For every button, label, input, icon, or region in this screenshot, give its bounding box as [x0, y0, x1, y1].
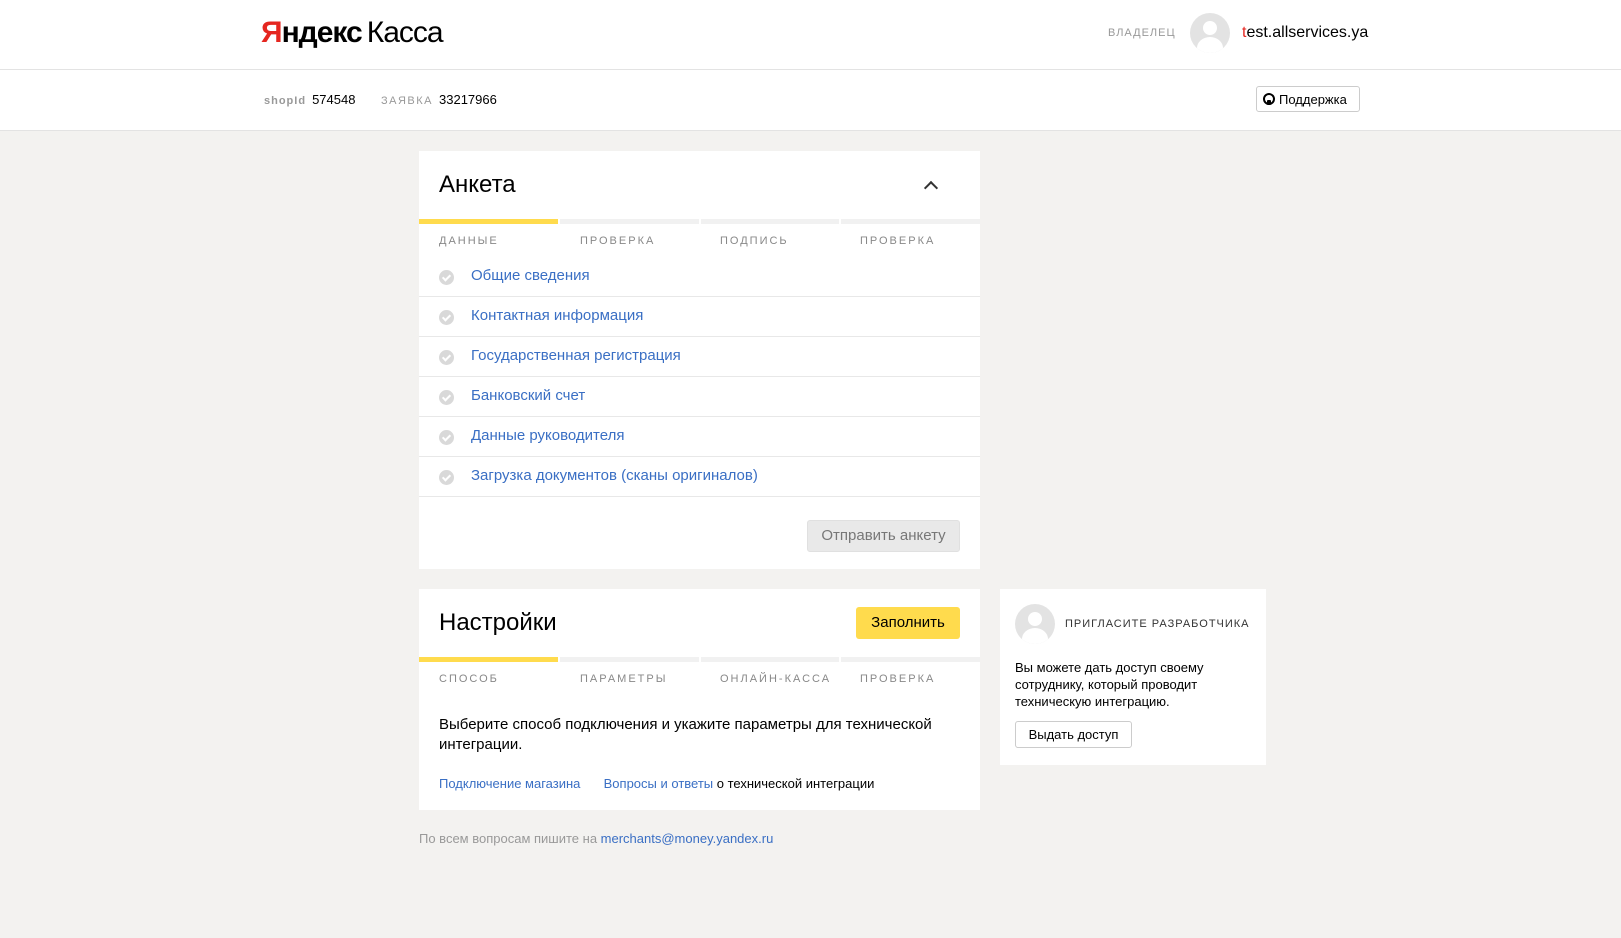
- settings-steps: СПОСОБ ПАРАМЕТРЫ ОНЛАЙН-КАССА ПРОВЕРКА: [419, 673, 980, 687]
- fill-settings-button[interactable]: Заполнить: [856, 607, 960, 639]
- support-button[interactable]: Поддержка: [1256, 86, 1360, 112]
- list-item[interactable]: Государственная регистрация: [419, 337, 980, 377]
- settings-description: Выберите способ подключения и укажите па…: [439, 716, 932, 753]
- settings-progress: [419, 657, 980, 662]
- progress-segment: [841, 657, 980, 662]
- avatar-body: [1022, 628, 1048, 644]
- settings-links: Подключение магазина Вопросы и ответы о …: [439, 776, 874, 791]
- list-item-link[interactable]: Банковский счет: [471, 387, 585, 404]
- questionnaire-card: Анкета ДАННЫЕ ПРОВЕРКА ПОДПИСЬ ПРОВЕРКА …: [419, 151, 980, 569]
- avatar-head: [1203, 21, 1217, 35]
- chevron-up-icon[interactable]: [923, 180, 939, 196]
- footer: По всем вопросам пишите на merchants@mon…: [419, 831, 773, 846]
- user-avatar[interactable]: [1190, 13, 1230, 53]
- check-icon: [439, 310, 454, 325]
- request-label: ЗАЯВКА: [381, 95, 434, 107]
- owner-label: ВЛАДЕЛЕЦ: [1108, 27, 1176, 39]
- list-item[interactable]: Контактная информация: [419, 297, 980, 337]
- settings-card: Настройки Заполнить СПОСОБ ПАРАМЕТРЫ ОНЛ…: [419, 589, 980, 810]
- step-label: ПАРАМЕТРЫ: [580, 673, 668, 685]
- top-bar: Яндекс Касса ВЛАДЕЛЕЦ test.allservices.ya: [0, 0, 1621, 70]
- shop-id-label: shopId: [264, 95, 307, 107]
- logo-yandex: Яндекс: [261, 16, 363, 49]
- list-item-link[interactable]: Загрузка документов (сканы оригиналов): [471, 467, 758, 484]
- submit-questionnaire-button[interactable]: Отправить анкету: [807, 520, 960, 552]
- progress-segment: [701, 657, 839, 662]
- support-email-link[interactable]: merchants@money.yandex.ru: [601, 831, 774, 846]
- progress-segment: [419, 219, 558, 224]
- list-item-link[interactable]: Государственная регистрация: [471, 347, 681, 364]
- check-icon: [439, 390, 454, 405]
- progress-segment: [419, 657, 558, 662]
- shop-id: shopId 574548: [264, 92, 355, 107]
- step-label: ОНЛАЙН-КАССА: [720, 673, 832, 685]
- grant-access-button[interactable]: Выдать доступ: [1015, 721, 1132, 748]
- logo-kassa: Касса: [366, 16, 444, 49]
- list-item[interactable]: Загрузка документов (сканы оригиналов): [419, 457, 980, 497]
- shop-id-value: 574548: [312, 92, 356, 107]
- step-label: ПРОВЕРКА: [580, 235, 656, 247]
- check-icon: [439, 430, 454, 445]
- settings-title: Настройки: [439, 609, 557, 636]
- shop-connection-link[interactable]: Подключение магазина: [439, 776, 580, 791]
- list-item[interactable]: Банковский счет: [419, 377, 980, 417]
- request-id: ЗАЯВКА 33217966: [381, 92, 497, 107]
- progress-segment: [841, 219, 980, 224]
- questionnaire-actions: Отправить анкету: [419, 497, 980, 569]
- questionnaire-title: Анкета: [439, 171, 516, 198]
- progress-segment: [560, 219, 699, 224]
- support-label: Поддержка: [1279, 92, 1347, 107]
- questionnaire-steps: ДАННЫЕ ПРОВЕРКА ПОДПИСЬ ПРОВЕРКА: [419, 235, 980, 249]
- developer-avatar: [1015, 604, 1055, 644]
- list-item-link[interactable]: Общие сведения: [471, 267, 590, 284]
- request-value: 33217966: [439, 92, 497, 107]
- avatar-head: [1028, 612, 1042, 626]
- step-label: ПРОВЕРКА: [860, 673, 936, 685]
- questionnaire-progress: [419, 219, 980, 224]
- faq-link-suffix: о технической интеграции: [713, 776, 875, 791]
- user-login-rest: est.allservices.ya: [1246, 24, 1369, 41]
- footer-text: По всем вопросам пишите на: [419, 831, 601, 846]
- avatar-body: [1197, 37, 1223, 53]
- check-icon: [439, 470, 454, 485]
- sub-bar: shopId 574548 ЗАЯВКА 33217966 Поддержка: [0, 70, 1621, 131]
- list-item-link[interactable]: Контактная информация: [471, 307, 643, 324]
- list-item[interactable]: Данные руководителя: [419, 417, 980, 457]
- yandex-kassa-logo[interactable]: Яндекс Касса: [261, 14, 444, 52]
- invite-developer-card: ПРИГЛАСИТЕ РАЗРАБОТЧИКА Вы можете дать д…: [1000, 589, 1266, 765]
- step-label: СПОСОБ: [439, 673, 499, 685]
- user-login[interactable]: test.allservices.ya: [1242, 24, 1368, 42]
- headset-icon: [1263, 93, 1275, 105]
- progress-segment: [701, 219, 839, 224]
- step-label: ПРОВЕРКА: [860, 235, 936, 247]
- invite-developer-title: ПРИГЛАСИТЕ РАЗРАБОТЧИКА: [1065, 618, 1250, 630]
- step-label: ПОДПИСЬ: [720, 235, 789, 247]
- step-label: ДАННЫЕ: [439, 235, 499, 247]
- check-icon: [439, 350, 454, 365]
- check-icon: [439, 270, 454, 285]
- faq-link[interactable]: Вопросы и ответы: [604, 776, 713, 791]
- invite-developer-text: Вы можете дать доступ своему сотруднику,…: [1015, 660, 1204, 709]
- list-item[interactable]: Общие сведения: [419, 257, 980, 297]
- progress-segment: [560, 657, 699, 662]
- list-item-link[interactable]: Данные руководителя: [471, 427, 624, 444]
